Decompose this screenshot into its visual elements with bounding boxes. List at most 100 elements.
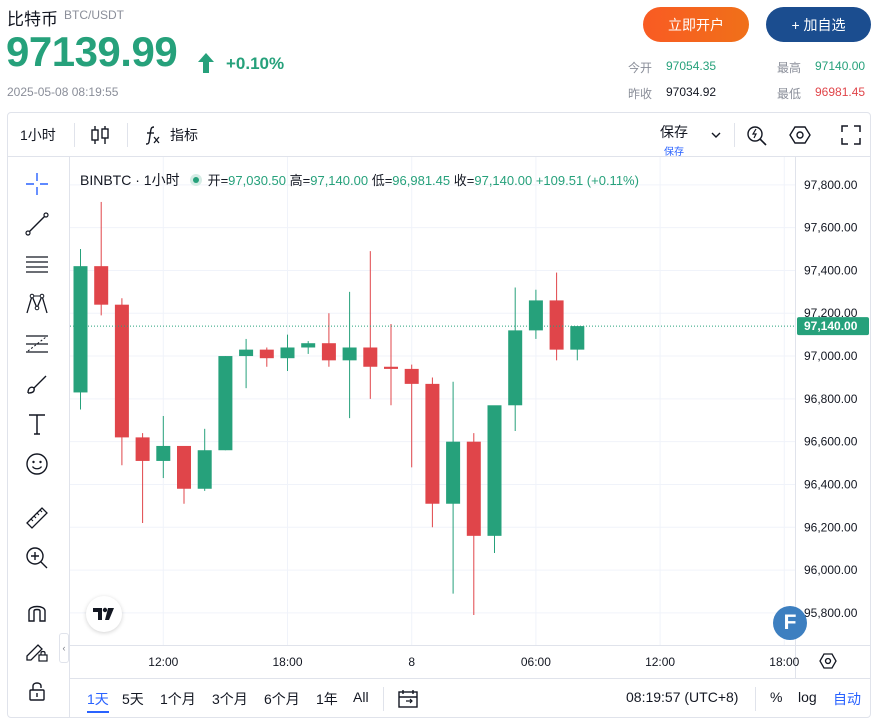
candle-up (239, 349, 254, 357)
coin-name: 比特币 (7, 10, 58, 29)
legend-symbol: BINBTC · 1小时 (80, 172, 180, 188)
price-tick-label: 95,800.00 (804, 606, 858, 620)
crosshair-icon (26, 173, 48, 195)
fullscreen-button[interactable] (841, 113, 861, 157)
axis-settings-icon[interactable] (819, 653, 837, 669)
fullscreen-icon (841, 125, 861, 145)
parallel-lines-icon (26, 256, 48, 273)
candle-up (301, 343, 316, 348)
range-1d[interactable]: 1天 (87, 689, 109, 713)
percent-scale-toggle[interactable]: % (770, 689, 782, 705)
range-5d[interactable]: 5天 (122, 689, 144, 709)
toolbar-divider (734, 123, 735, 147)
fib-icon (26, 335, 48, 353)
indicators-button[interactable]: 指标 (142, 113, 198, 157)
price-tick-label: 97,800.00 (804, 178, 858, 192)
save-sublabel: 保存 (664, 147, 684, 158)
range-1y[interactable]: 1年 (316, 689, 338, 709)
open-account-button[interactable]: 立即开户 (643, 7, 749, 42)
candle-down (321, 343, 336, 361)
market-status-icon (189, 174, 202, 186)
crosshair-tool[interactable] (23, 170, 51, 198)
text-tool[interactable] (23, 410, 51, 438)
interval-select[interactable]: 1小时 (20, 113, 56, 157)
toolbar-divider (127, 123, 128, 147)
chevron-down-icon (711, 132, 721, 138)
candlestick-chart[interactable]: 95,800.00 96,000.00 96,200.00 96,400.00 96,6… (70, 157, 870, 678)
low-value: 96981.45 (815, 85, 866, 99)
prev-close-value: 97034.92 (666, 85, 717, 99)
today-open-value: 97054.35 (666, 59, 717, 73)
ohlc-legend: BINBTC · 1小时 开=97,030.50 高=97,140.00 低=96… (80, 170, 639, 190)
tradingview-logo[interactable] (86, 596, 122, 632)
price-tick-label: 96,400.00 (804, 477, 858, 491)
magnet-icon (28, 605, 46, 622)
brush-icon (27, 375, 47, 394)
chart-clock[interactable]: 08:19:57 (UTC+8) (626, 689, 738, 705)
pattern-tool[interactable] (23, 290, 51, 318)
bottom-divider (755, 687, 756, 711)
emoji-tool[interactable] (23, 450, 51, 478)
save-label: 保存 (660, 124, 688, 140)
lightning-search-icon (747, 126, 767, 146)
parallel-lines-tool[interactable] (23, 250, 51, 278)
save-dropdown[interactable] (711, 113, 721, 157)
axis-settings-hex (819, 653, 837, 669)
save-button[interactable]: 保存 保存 (654, 122, 694, 158)
legend-low-value: 96,981.45 (392, 173, 451, 188)
magnet-tool[interactable] (23, 598, 51, 626)
lock-tool[interactable] (23, 677, 51, 705)
quote-header: 比特币 BTC/USDT 97139.99 +0.10% 2025-05-08 … (0, 0, 877, 112)
trend-line-tool[interactable] (23, 210, 51, 238)
range-all[interactable]: All (353, 689, 369, 705)
quick-search-button[interactable] (746, 113, 768, 157)
add-watchlist-button[interactable]: + 加自选 (766, 7, 871, 42)
chart-widget: 1小时 指标 保存 保存 95,800.00 96,000.00 96,200.… (7, 112, 871, 718)
candle-up (446, 441, 461, 504)
date-range-icon[interactable] (397, 688, 419, 710)
range-3m[interactable]: 3个月 (212, 689, 248, 709)
time-tick-label: 12:00 (645, 655, 675, 669)
zoom-in-tool[interactable] (23, 544, 51, 572)
function-icon (145, 126, 160, 145)
trend-line-icon (25, 212, 49, 236)
candle-up (280, 347, 295, 359)
candle-down (425, 383, 440, 504)
quote-timestamp: 2025-05-08 08:19:55 (7, 85, 119, 99)
prev-close-label: 昨收 (628, 87, 653, 101)
range-6m[interactable]: 6个月 (264, 689, 300, 709)
time-tick-label: 8 (408, 655, 415, 669)
settings-hex-icon (789, 126, 811, 144)
lock-drawings-tool[interactable] (23, 637, 51, 665)
current-price-label: 97,140.00 (804, 319, 858, 333)
fib-tool[interactable] (23, 330, 51, 358)
f-badge-icon[interactable]: F (773, 606, 807, 640)
candle-down (404, 368, 419, 384)
toolbar-divider (74, 123, 75, 147)
collapse-toolbar-button[interactable]: ‹ (59, 633, 69, 663)
pattern-icon (26, 293, 48, 314)
candle-up (73, 266, 88, 393)
brush-tool[interactable] (23, 370, 51, 398)
legend-high-label: 高= (289, 173, 311, 188)
ruler-icon (26, 507, 48, 529)
ruler-tool[interactable] (23, 504, 51, 532)
tradingview-logo-icon (93, 607, 114, 620)
auto-scale-toggle[interactable]: 自动 (833, 689, 861, 709)
high-value: 97140.00 (815, 59, 866, 73)
last-price: 97139.99 (6, 28, 178, 75)
legend-high-value: 97,140.00 (310, 173, 369, 188)
zoom-in-icon (26, 547, 48, 569)
emoji-icon (26, 453, 48, 475)
lock-icon (29, 682, 45, 701)
range-1m[interactable]: 1个月 (160, 689, 196, 709)
log-scale-toggle[interactable]: log (798, 689, 817, 705)
chart-type-button[interactable] (90, 113, 110, 157)
today-open-label: 今开 (628, 61, 653, 75)
settings-button[interactable] (789, 113, 811, 157)
candle-up (156, 445, 171, 461)
candles-icon (91, 126, 109, 144)
price-tick-label: 96,000.00 (804, 563, 858, 577)
candle-down (94, 266, 109, 305)
chart-bottom-bar: 1天 5天 1个月 3个月 6个月 1年 All 08:19:57 (UTC+8… (70, 678, 870, 718)
